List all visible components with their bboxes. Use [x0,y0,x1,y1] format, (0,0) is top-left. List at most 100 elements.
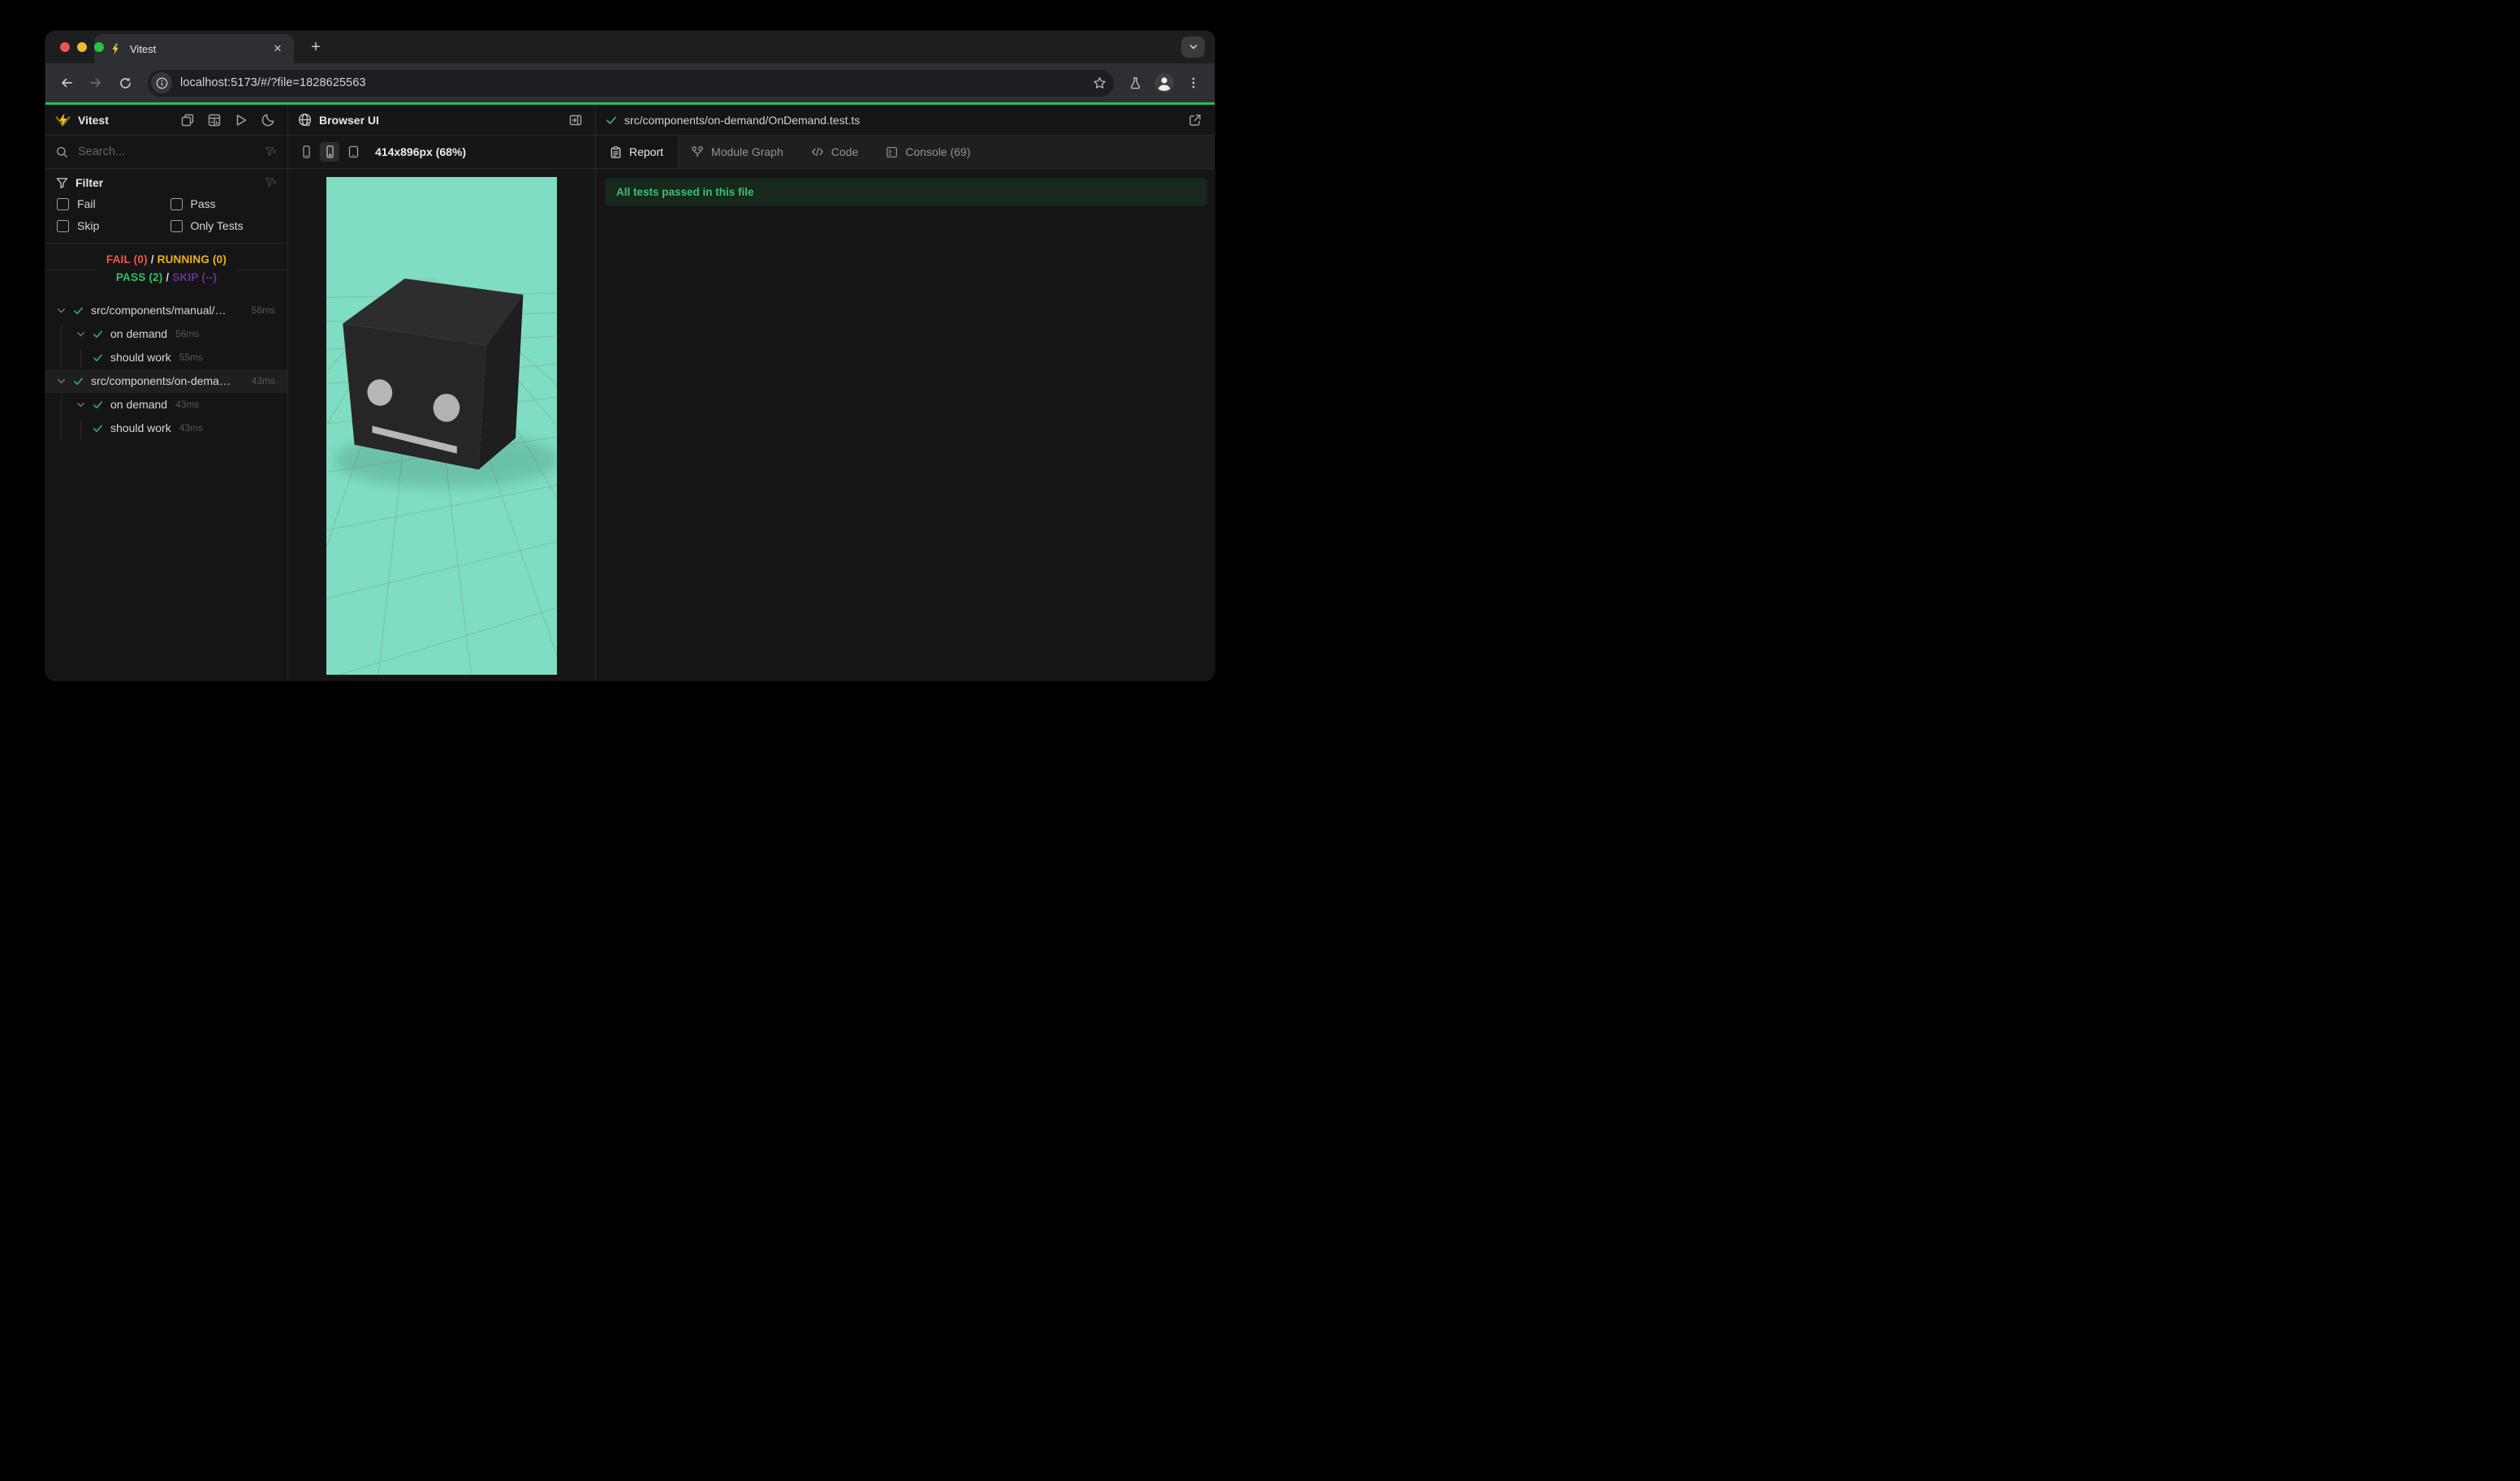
url-text[interactable]: localhost:5173/#/?file=1828625563 [180,76,1090,89]
filter-checkbox-pass[interactable]: Pass [170,197,278,210]
browser-ui-header: Browser UI [288,105,595,136]
checkbox[interactable] [170,197,183,210]
tab-console[interactable]: Console (69) [872,136,984,168]
browser-window: Vitest ✕ + localhost:5173/#/?file=182862… [45,31,1215,680]
phone-icon [302,145,310,158]
forward-button[interactable] [83,70,109,96]
file-header: src/components/on-demand/OnDemand.test.t… [596,105,1215,136]
close-window-button[interactable] [60,42,70,52]
filter-checkbox-fail[interactable]: Fail [57,197,164,210]
arrow-left-icon [62,78,72,88]
search-input[interactable] [76,145,257,159]
device-phone-small-button[interactable] [296,142,316,162]
tab-strip: Vitest ✕ + [45,31,1215,63]
test-name: src/components/on-dema… [91,374,231,388]
test-summary: FAIL (0) / RUNNING (0) PASS (2) / SKIP (… [45,244,287,296]
sidebar: Vitest Search... Filter Fail Pass Skip O… [45,105,288,680]
play-icon [236,114,247,126]
checkbox[interactable] [170,219,183,232]
tab-code[interactable]: Code [797,136,872,168]
code-icon [811,147,823,157]
bookmark-button[interactable] [1090,73,1109,93]
browser-ui-panel: Browser UI 414x896px (68%) [288,105,596,680]
report-tabs: Report Module Graph Code Console (69) [596,136,1215,169]
flask-icon [1130,76,1140,89]
test-suite-row[interactable]: on demand 43ms [45,393,287,417]
open-external-button[interactable] [1185,110,1205,130]
site-info-button[interactable] [151,72,172,93]
browser-menu-button[interactable] [1180,70,1206,96]
tab-report[interactable]: Report [596,136,678,168]
test-file-row[interactable]: src/components/manual/… 56ms [45,299,287,322]
module-graph-icon [692,146,703,158]
vitest-logo-icon [55,113,71,127]
test-file-row-selected[interactable]: src/components/on-dema… 43ms [45,369,287,393]
zoom-window-button[interactable] [94,42,104,52]
reload-icon [119,77,131,89]
vitest-favicon [112,43,119,54]
checkbox-label: Skip [77,219,100,232]
checkbox[interactable] [57,219,69,232]
phone-plus-icon [326,145,334,158]
vitest-ui: Vitest Search... Filter Fail Pass Skip O… [45,105,1215,680]
tab-label: Code [831,145,859,158]
device-phone-plus-button[interactable] [320,142,339,162]
test-duration: 56ms [251,304,275,317]
back-button[interactable] [54,70,80,96]
checkbox[interactable] [57,197,69,210]
check-icon [93,400,102,408]
skip-count: SKIP (--) [172,271,218,284]
test-name: should work [110,351,171,365]
browser-tester-iframe[interactable] [326,177,557,675]
new-tab-button[interactable]: + [305,37,326,58]
all-tests-passed-banner: All tests passed in this file [605,178,1207,206]
filter-checkbox-skip[interactable]: Skip [57,219,164,232]
device-tablet-button[interactable] [343,142,363,162]
ui-position-button[interactable] [178,110,197,130]
star-icon [1093,76,1106,89]
check-icon [93,424,102,432]
reload-button[interactable] [112,70,138,96]
dashboard-button[interactable] [205,110,224,130]
tab-label: Report [629,145,664,158]
tab-close-icon[interactable]: ✕ [270,41,286,57]
clear-filter-icon[interactable] [265,177,277,189]
test-case-row[interactable]: should work 55ms [45,346,287,369]
windows-icon [181,114,194,126]
minimize-window-button[interactable] [77,42,87,52]
desktop: { "chrome": { "tab": { "title": "Vitest"… [0,0,1260,740]
device-toolbar: 414x896px (68%) [288,136,595,169]
filter-title: Filter [76,176,104,189]
avatar-icon [1154,73,1174,93]
open-in-panel-button[interactable] [566,110,585,130]
address-bar[interactable]: localhost:5173/#/?file=1828625563 [148,69,1114,97]
window-controls [60,42,104,52]
dashboard-icon [208,114,221,126]
filter-section: Filter Fail Pass Skip Only Tests [45,169,287,244]
chevron-down-icon [1189,45,1197,50]
chevron-down-icon[interactable] [57,377,66,386]
run-all-button[interactable] [231,110,251,130]
profile-button[interactable] [1151,70,1177,96]
experiments-button[interactable] [1122,70,1148,96]
tab-search-button[interactable] [1181,37,1205,58]
test-suite-row[interactable]: on demand 56ms [45,322,287,346]
console-icon [887,146,898,158]
test-duration: 55ms [179,352,204,364]
chevron-down-icon[interactable] [76,330,85,339]
browser-tab[interactable]: Vitest ✕ [94,34,294,63]
kebab-menu-icon [1192,77,1195,89]
viewport-dimensions[interactable]: 414x896px (68%) [375,145,466,158]
clipboard-icon [611,145,621,158]
filter-checkbox-only-tests[interactable]: Only Tests [170,219,278,232]
clear-filter-icon[interactable] [265,146,277,158]
checkbox-label: Fail [77,197,96,210]
robot-cube [343,278,524,470]
check-icon [93,330,102,338]
chevron-down-icon[interactable] [76,400,85,409]
fail-count: FAIL (0) [106,253,148,266]
dark-mode-toggle[interactable] [258,110,278,130]
test-case-row[interactable]: should work 43ms [45,417,287,440]
chevron-down-icon[interactable] [57,306,66,315]
tab-module-graph[interactable]: Module Graph [677,136,797,168]
